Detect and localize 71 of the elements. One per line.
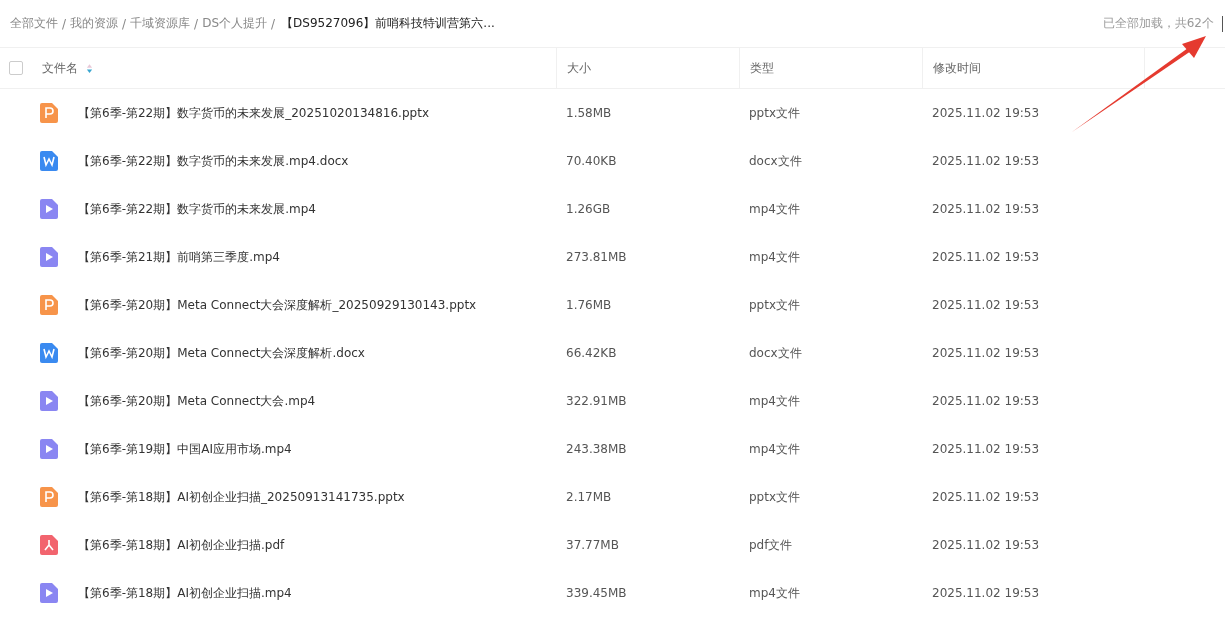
p-file-icon	[40, 295, 58, 315]
modified-time: 2025.11.02 19:53	[932, 154, 1040, 168]
file-name[interactable]: 【第6季-第18期】AI初创企业扫描_20250913141735.pptx	[78, 488, 405, 506]
breadcrumb-separator: /	[62, 16, 67, 31]
file-type: pptx文件	[749, 104, 801, 122]
file-type: pptx文件	[749, 296, 801, 314]
file-size: 1.58MB	[566, 106, 612, 120]
play-file-icon	[40, 199, 58, 219]
modified-time: 2025.11.02 19:53	[932, 442, 1040, 456]
file-name[interactable]: 【第6季-第18期】AI初创企业扫描.mp4	[78, 584, 292, 602]
file-type: mp4文件	[749, 200, 800, 218]
file-name[interactable]: 【第6季-第22期】数字货币的未来发展.mp4	[78, 200, 316, 218]
file-size: 37.77MB	[566, 538, 619, 552]
file-name[interactable]: 【第6季-第19期】中国AI应用市场.mp4	[78, 440, 292, 458]
breadcrumb-link[interactable]: DS个人提升	[202, 15, 267, 32]
file-size: 273.81MB	[566, 250, 627, 264]
select-all-checkbox[interactable]	[9, 61, 23, 75]
file-name[interactable]: 【第6季-第22期】数字货币的未来发展_20251020134816.pptx	[78, 104, 429, 122]
file-type: docx文件	[749, 152, 802, 170]
w-file-icon	[40, 151, 58, 171]
modified-time: 2025.11.02 19:53	[932, 202, 1040, 216]
file-size: 66.42KB	[566, 346, 617, 360]
pdf-file-icon	[40, 535, 58, 555]
file-size: 322.91MB	[566, 394, 627, 408]
file-type: mp4文件	[749, 392, 800, 410]
file-type: pptx文件	[749, 488, 801, 506]
file-type: mp4文件	[749, 584, 800, 602]
play-file-icon	[40, 247, 58, 267]
file-name[interactable]: 【第6季-第21期】前哨第三季度.mp4	[78, 248, 280, 266]
breadcrumb-link[interactable]: 全部文件	[10, 15, 58, 32]
w-file-icon	[40, 343, 58, 363]
load-status: 已全部加载，共62个	[1102, 15, 1214, 32]
breadcrumb-current: 【DS9527096】前哨科技特训营第六...	[281, 15, 495, 32]
modified-time: 2025.11.02 19:53	[932, 586, 1040, 600]
file-type: docx文件	[749, 344, 802, 362]
modified-time: 2025.11.02 19:53	[932, 106, 1040, 120]
sort-icon[interactable]	[86, 62, 93, 74]
column-header[interactable]: 文件名	[42, 59, 78, 77]
modified-time: 2025.11.02 19:53	[932, 298, 1040, 312]
file-size: 243.38MB	[566, 442, 627, 456]
p-file-icon	[40, 103, 58, 123]
breadcrumb-link[interactable]: 千域资源库	[130, 15, 191, 32]
play-file-icon	[40, 391, 58, 411]
modified-time: 2025.11.02 19:53	[932, 250, 1040, 264]
file-type: mp4文件	[749, 248, 800, 266]
breadcrumb-separator: /	[122, 16, 127, 31]
file-name[interactable]: 【第6季-第20期】Meta Connect大会.mp4	[78, 392, 316, 410]
modified-time: 2025.11.02 19:53	[932, 490, 1040, 504]
column-header[interactable]: 类型	[750, 59, 774, 77]
file-name[interactable]: 【第6季-第22期】数字货币的未来发展.mp4.docx	[78, 152, 349, 170]
file-type: mp4文件	[749, 440, 800, 458]
column-header[interactable]: 大小	[567, 59, 591, 77]
file-name[interactable]: 【第6季-第20期】Meta Connect大会深度解析_20250929130143.pptx	[78, 296, 477, 314]
column-header[interactable]: 修改时间	[933, 59, 981, 77]
play-file-icon	[40, 583, 58, 603]
file-size: 1.76MB	[566, 298, 612, 312]
file-type: pdf文件	[749, 536, 793, 554]
breadcrumb-separator: /	[271, 16, 276, 31]
modified-time: 2025.11.02 19:53	[932, 394, 1040, 408]
file-name[interactable]: 【第6季-第20期】Meta Connect大会深度解析.docx	[78, 344, 365, 362]
modified-time: 2025.11.02 19:53	[932, 538, 1040, 552]
file-name[interactable]: 【第6季-第18期】AI初创企业扫描.pdf	[78, 536, 285, 554]
file-size: 2.17MB	[566, 490, 612, 504]
file-size: 339.45MB	[566, 586, 627, 600]
p-file-icon	[40, 487, 58, 507]
file-size: 1.26GB	[566, 202, 611, 216]
breadcrumb-separator: /	[194, 16, 199, 31]
file-size: 70.40KB	[566, 154, 617, 168]
play-file-icon	[40, 439, 58, 459]
modified-time: 2025.11.02 19:53	[932, 346, 1040, 360]
breadcrumb-link[interactable]: 我的资源	[70, 15, 119, 32]
